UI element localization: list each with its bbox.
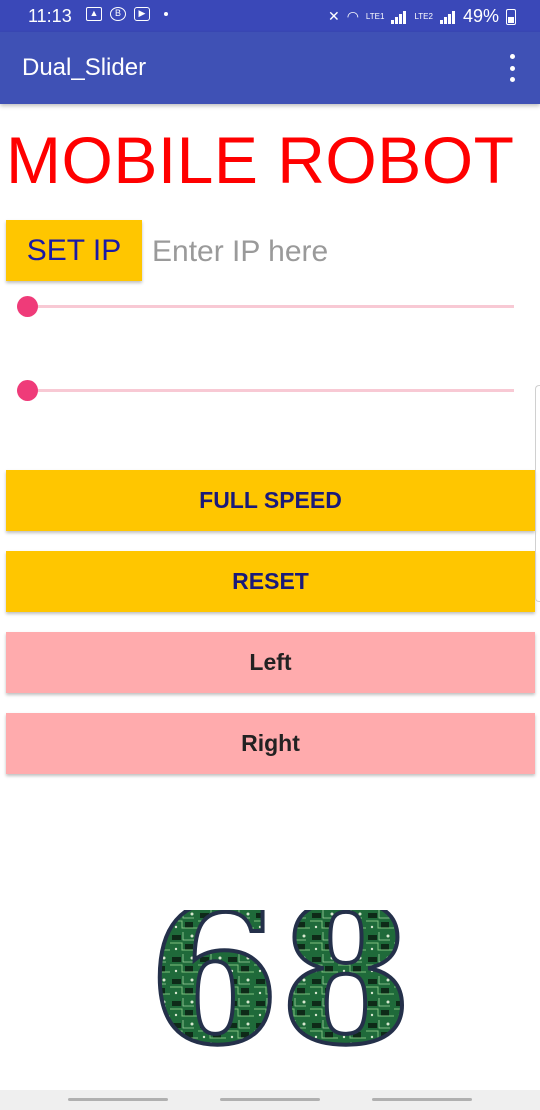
ip-input[interactable] <box>150 226 524 278</box>
youtube-icon: ▶ <box>134 7 150 21</box>
status-time: 11:13 <box>28 6 72 26</box>
b-app-icon: B <box>110 7 126 21</box>
nav-handle-left[interactable] <box>68 1098 168 1101</box>
notification-icons: ▲ B ▶ <box>86 7 168 21</box>
nav-handle-right[interactable] <box>372 1098 472 1101</box>
set-ip-button[interactable]: SET IP <box>6 220 142 281</box>
battery-icon <box>506 8 516 25</box>
gesture-nav-bar <box>0 1090 540 1110</box>
more-notifications-icon <box>164 12 168 16</box>
slider-track <box>17 305 514 308</box>
app-bar: Dual_Slider <box>0 32 540 104</box>
signal-2-icon <box>439 10 456 24</box>
logo-text: 68 <box>148 910 412 1060</box>
nav-handle-center[interactable] <box>220 1098 320 1101</box>
overflow-menu-icon[interactable] <box>502 54 522 82</box>
slider-thumb[interactable] <box>17 296 38 317</box>
battery-percent: 49% <box>462 6 499 26</box>
page-title: MOBILE ROBOT <box>6 123 515 197</box>
right-button[interactable]: Right <box>6 713 535 774</box>
speed-slider-2[interactable] <box>17 380 514 401</box>
wifi-icon: ◠ <box>346 8 359 24</box>
app-title: Dual_Slider <box>22 54 147 81</box>
gallery-icon: ▲ <box>86 7 102 21</box>
speed-slider-1[interactable] <box>17 296 514 317</box>
slider-track <box>17 389 514 392</box>
reset-button[interactable]: RESET <box>6 551 535 612</box>
signal-1-icon <box>391 10 407 24</box>
edge-panel-handle[interactable] <box>535 385 540 602</box>
status-bar: 11:13 ▲ B ▶ ✕ ◠ LTE1 LTE2 49% <box>0 0 540 32</box>
sim2-label: LTE2 <box>414 11 433 21</box>
slider-thumb[interactable] <box>17 380 38 401</box>
left-button[interactable]: Left <box>6 632 535 693</box>
mute-icon: ✕ <box>327 8 340 24</box>
logo-68-image: 68 <box>146 910 414 1060</box>
full-speed-button[interactable]: FULL SPEED <box>6 470 535 531</box>
system-icons: ✕ ◠ LTE1 LTE2 49% <box>328 6 516 27</box>
sim1-label: LTE1 <box>365 11 385 21</box>
